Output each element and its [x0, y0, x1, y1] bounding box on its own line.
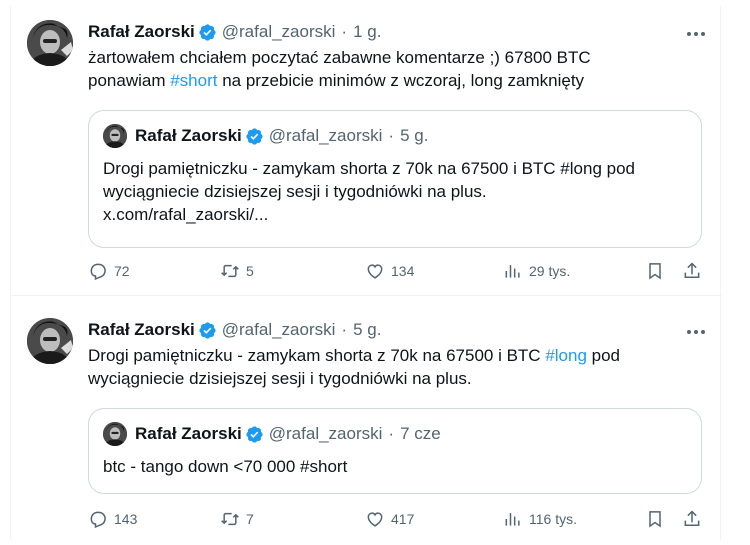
- quote-header: Rafał Zaorski @rafal_zaorski · 5 g.: [103, 124, 429, 148]
- reply-icon: [90, 511, 106, 529]
- share-button[interactable]: [682, 258, 702, 284]
- quoted-tweet[interactable]: Rafał Zaorski @rafal_zaorski · 5 g. Drog…: [88, 110, 702, 248]
- reply-button[interactable]: 72: [88, 258, 130, 284]
- like-count: 417: [391, 511, 415, 527]
- timestamp[interactable]: 1 g.: [353, 22, 381, 42]
- tweet-header: Rafał Zaorski @rafal_zaorski · 1 g.: [88, 20, 381, 44]
- tweet[interactable]: Rafał Zaorski @rafal_zaorski · 5 g. Drog…: [11, 296, 722, 540]
- quote-header: Rafał Zaorski @rafal_zaorski · 7 cze: [103, 422, 441, 446]
- quote-text-line: Drogi pamiętniczku - zamykam shorta z 70…: [103, 159, 635, 178]
- quote-text: Drogi pamiętniczku - zamykam shorta z 70…: [103, 157, 693, 226]
- views-button[interactable]: 29 tys.: [503, 258, 570, 284]
- action-bar: 143 7 417 116 tys.: [88, 506, 714, 532]
- share-icon: [684, 510, 700, 526]
- tweet-text: Drogi pamiętniczku - zamykam shorta z 70…: [88, 344, 688, 390]
- hashtag-link[interactable]: #short: [170, 71, 217, 90]
- text-segment: Drogi pamiętniczku - zamykam shorta z 70…: [88, 346, 546, 365]
- bookmark-button[interactable]: [645, 258, 665, 284]
- separator-dot: ·: [341, 22, 348, 41]
- author-name[interactable]: Rafał Zaorski: [88, 320, 195, 340]
- quoted-tweet[interactable]: Rafał Zaorski @rafal_zaorski · 7 cze btc…: [88, 408, 702, 494]
- bookmark-icon: [649, 511, 661, 528]
- avatar[interactable]: [27, 318, 73, 364]
- tweet[interactable]: Rafał Zaorski @rafal_zaorski · 1 g. żart…: [11, 6, 722, 296]
- repost-icon: [221, 264, 239, 278]
- quote-text-line: wyciągniecie dzisiejszej sesji i tygodni…: [103, 182, 487, 201]
- views-count: 29 tys.: [529, 263, 571, 279]
- tweet-text-line: żartowałem chciałem poczytać zabawne kom…: [88, 48, 591, 67]
- timestamp[interactable]: 5 g.: [353, 320, 381, 340]
- author-name[interactable]: Rafał Zaorski: [88, 22, 195, 42]
- like-button[interactable]: 417: [365, 506, 414, 532]
- verified-badge-icon: [199, 23, 216, 41]
- text-segment: pod: [586, 346, 621, 365]
- verified-badge-icon: [246, 127, 263, 145]
- tweet-header: Rafał Zaorski @rafal_zaorski · 5 g.: [88, 318, 381, 342]
- reply-count: 72: [114, 263, 130, 279]
- bookmark-button[interactable]: [645, 506, 665, 532]
- separator-dot: ·: [341, 320, 348, 339]
- more-icon[interactable]: [684, 24, 708, 44]
- tweet-text-line: wyciągniecie dzisiejszej sesji i tygodni…: [88, 369, 472, 388]
- tweet-text-line: ponawiam #short na przebicie minimów z w…: [88, 69, 688, 92]
- repost-count: 5: [246, 263, 254, 279]
- repost-button[interactable]: 5: [220, 258, 254, 284]
- author-handle[interactable]: @rafal_zaorski: [222, 320, 336, 340]
- like-button[interactable]: 134: [365, 258, 414, 284]
- quote-timestamp: 5 g.: [400, 126, 429, 145]
- quote-text-line: btc - tango down <70 000 #short: [103, 457, 348, 476]
- heart-icon: [367, 512, 383, 527]
- views-button[interactable]: 116 tys.: [503, 506, 577, 532]
- quote-text: btc - tango down <70 000 #short: [103, 455, 693, 478]
- quote-timestamp: 7 cze: [400, 424, 441, 443]
- reply-count: 143: [114, 511, 138, 527]
- separator-dot: ·: [388, 424, 395, 443]
- views-count: 116 tys.: [529, 511, 577, 527]
- text-segment: na przebicie minimów z wczoraj, long zam…: [217, 71, 585, 90]
- quote-avatar: [103, 422, 127, 446]
- verified-badge-icon: [199, 321, 216, 339]
- text-segment: ponawiam: [88, 71, 171, 90]
- action-bar: 72 5 134 29 tys.: [88, 258, 714, 284]
- author-handle[interactable]: @rafal_zaorski: [222, 22, 336, 42]
- verified-badge-icon: [246, 425, 263, 443]
- tweet-text: żartowałem chciałem poczytać zabawne kom…: [88, 46, 688, 92]
- repost-count: 7: [246, 511, 254, 527]
- tweet-text-line: Drogi pamiętniczku - zamykam shorta z 70…: [88, 344, 688, 367]
- reply-button[interactable]: 143: [88, 506, 137, 532]
- quote-avatar: [103, 124, 127, 148]
- quote-author-name: Rafał Zaorski: [135, 424, 242, 443]
- like-count: 134: [391, 263, 415, 279]
- hashtag-link[interactable]: #long: [545, 346, 587, 365]
- share-icon: [684, 262, 700, 278]
- timeline: Rafał Zaorski @rafal_zaorski · 1 g. żart…: [10, 6, 722, 540]
- share-button[interactable]: [682, 506, 702, 532]
- reply-icon: [90, 263, 106, 281]
- quote-author-name: Rafał Zaorski: [135, 126, 242, 145]
- separator-dot: ·: [388, 126, 395, 145]
- repost-button[interactable]: 7: [220, 506, 254, 532]
- quote-author-handle: @rafal_zaorski: [268, 424, 383, 443]
- avatar[interactable]: [27, 20, 73, 66]
- quote-text-line: x.com/rafal_zaorski/...: [103, 205, 269, 224]
- views-icon: [505, 513, 520, 526]
- heart-icon: [367, 264, 383, 279]
- bookmark-icon: [649, 263, 661, 280]
- more-icon[interactable]: [684, 322, 708, 342]
- quote-author-handle: @rafal_zaorski: [268, 126, 383, 145]
- repost-icon: [221, 512, 239, 526]
- views-icon: [505, 265, 520, 278]
